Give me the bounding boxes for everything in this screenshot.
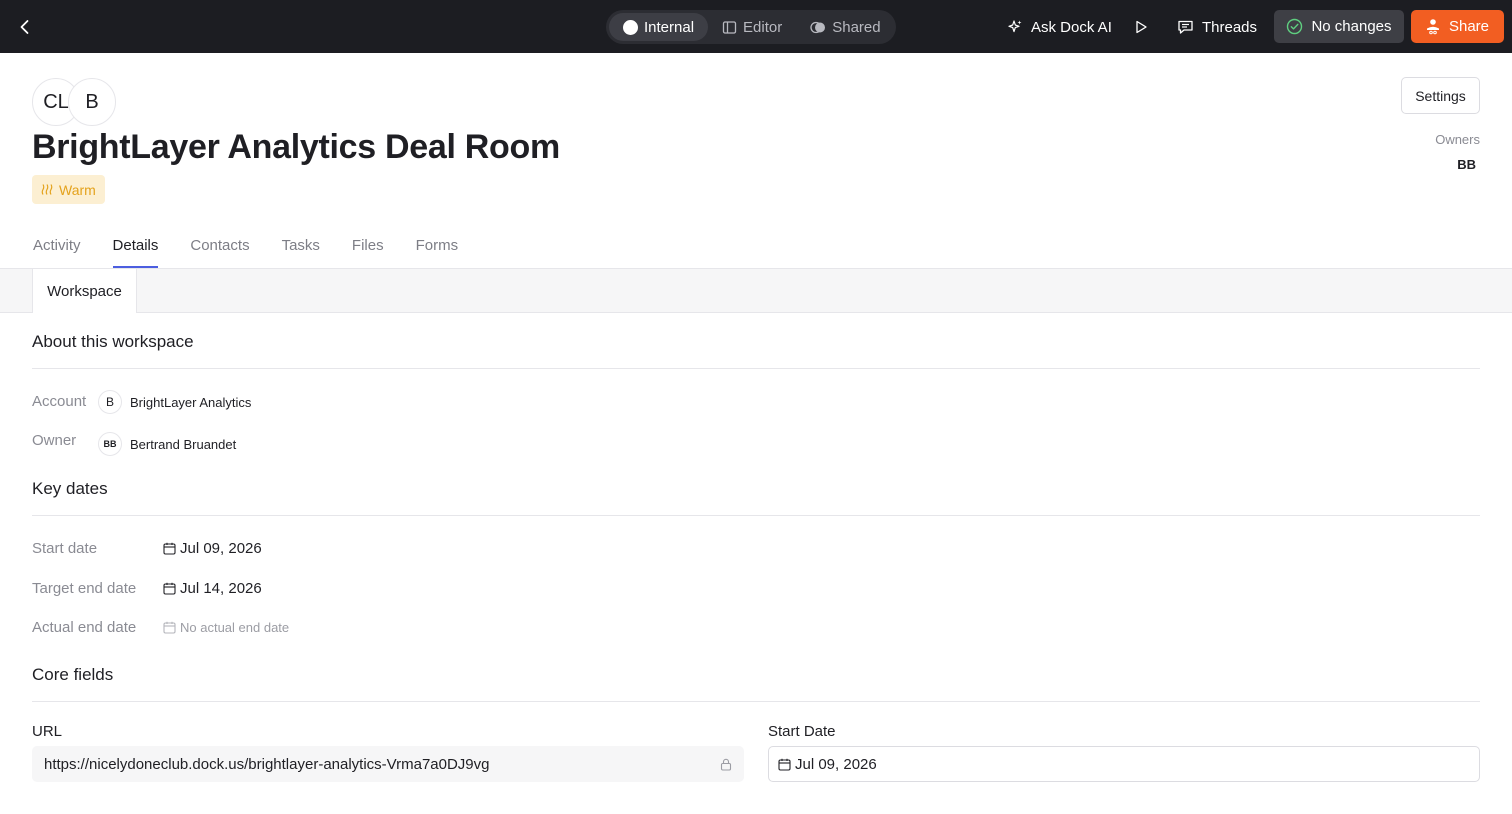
- no-changes-button[interactable]: No changes: [1274, 10, 1404, 43]
- heat-waves-icon: [41, 184, 53, 195]
- start-date-label: Start date: [32, 540, 98, 557]
- settings-button[interactable]: Settings: [1401, 77, 1480, 114]
- share-label: Share: [1448, 18, 1490, 35]
- main-tabs: Activity Details Contacts Tasks Files Fo…: [33, 237, 490, 268]
- sparkle-icon: [1008, 20, 1022, 33]
- toggle-icon: [810, 21, 826, 33]
- share-button[interactable]: Share: [1411, 10, 1504, 43]
- core-fields-section-title: Core fields: [32, 665, 114, 684]
- owner-initials[interactable]: BB: [1457, 157, 1476, 172]
- view-mode-toggle: Internal Editor Shared: [606, 10, 896, 44]
- preview-play-button[interactable]: [1133, 10, 1149, 44]
- top-bar: Internal Editor Shared Ask Dock AI Threa…: [0, 0, 1512, 53]
- calendar-icon: [163, 542, 176, 555]
- chat-bubble-icon: [1178, 20, 1193, 34]
- threads-label: Threads: [1202, 18, 1258, 36]
- target-end-date-text: Jul 14, 2026: [180, 580, 262, 597]
- calendar-icon: [163, 582, 176, 595]
- account-value[interactable]: B BrightLayer Analytics: [98, 390, 251, 414]
- url-field[interactable]: https://nicelydoneclub.dock.us/brightlay…: [32, 746, 744, 782]
- tab-tasks[interactable]: Tasks: [282, 237, 320, 268]
- subtab-workspace[interactable]: Workspace: [32, 269, 137, 313]
- start-date-field-value: Jul 09, 2026: [795, 755, 877, 773]
- tab-details[interactable]: Details: [112, 237, 158, 268]
- account-name: BrightLayer Analytics: [130, 394, 252, 410]
- mode-editor[interactable]: Editor: [708, 13, 796, 41]
- target-end-date-value[interactable]: Jul 14, 2026: [163, 580, 262, 597]
- calendar-icon: [778, 758, 791, 771]
- sidebar-panel-icon: [722, 20, 737, 34]
- ask-ai-label: Ask Dock AI: [1031, 18, 1112, 36]
- no-changes-label: No changes: [1311, 18, 1392, 35]
- check-circle-icon: [1287, 18, 1303, 35]
- calendar-icon: [163, 621, 176, 634]
- play-icon: [1136, 20, 1147, 34]
- status-label: Warm: [59, 181, 96, 198]
- url-value: https://nicelydoneclub.dock.us/brightlay…: [44, 755, 490, 773]
- owner-value[interactable]: BB Bertrand Bruandet: [98, 432, 236, 456]
- circle-dot-icon: [623, 19, 638, 35]
- start-date-text: Jul 09, 2026: [180, 540, 262, 557]
- lock-icon: [720, 758, 732, 771]
- owner-name: Bertrand Bruandet: [130, 436, 237, 452]
- section-divider: [32, 701, 1480, 702]
- actual-end-date-label: Actual end date: [32, 619, 137, 636]
- mode-internal-label: Internal: [644, 18, 695, 36]
- back-button[interactable]: [12, 14, 38, 40]
- start-date-field[interactable]: Jul 09, 2026: [768, 746, 1480, 782]
- owner-label: Owner: [32, 432, 77, 449]
- ask-ai-button[interactable]: Ask Dock AI: [1007, 10, 1112, 44]
- mode-shared[interactable]: Shared: [796, 13, 894, 41]
- mode-internal[interactable]: Internal: [609, 13, 709, 41]
- account-avatar: B: [98, 390, 122, 414]
- account-label: Account: [32, 393, 87, 410]
- mode-shared-label: Shared: [832, 18, 881, 36]
- tab-contacts[interactable]: Contacts: [190, 237, 249, 268]
- mode-editor-label: Editor: [743, 18, 783, 36]
- page-title: BrightLayer Analytics Deal Room: [32, 128, 560, 166]
- start-date-field-label: Start Date: [768, 723, 836, 740]
- subtabs-bar: Workspace: [0, 269, 1512, 313]
- target-end-date-label: Target end date: [32, 580, 137, 597]
- chevron-left-icon: [20, 20, 29, 34]
- avatar: B: [68, 78, 116, 126]
- section-divider: [32, 515, 1480, 516]
- tab-activity[interactable]: Activity: [33, 237, 81, 268]
- url-label: URL: [32, 723, 63, 740]
- workspace-avatars: CL B: [32, 78, 116, 126]
- actual-end-date-text: No actual end date: [180, 620, 290, 635]
- key-dates-section-title: Key dates: [32, 479, 108, 498]
- actual-end-date-value[interactable]: No actual end date: [163, 620, 289, 635]
- threads-button[interactable]: Threads: [1177, 10, 1257, 44]
- start-date-value[interactable]: Jul 09, 2026: [163, 540, 262, 557]
- owners-label: Owners: [1435, 132, 1480, 147]
- person-share-icon: [1426, 19, 1439, 35]
- about-section-title: About this workspace: [32, 332, 194, 351]
- owner-avatar: BB: [98, 432, 122, 456]
- section-divider: [32, 368, 1480, 369]
- tab-forms[interactable]: Forms: [416, 237, 459, 268]
- tab-files[interactable]: Files: [352, 237, 384, 268]
- status-badge[interactable]: Warm: [32, 175, 105, 204]
